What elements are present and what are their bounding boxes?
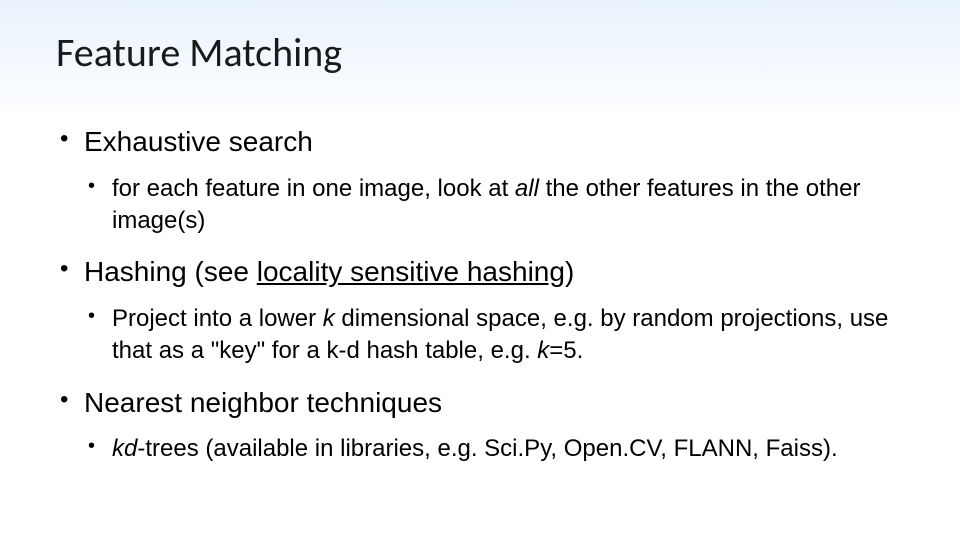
text: -trees (available in libraries, e.g. Sci… — [137, 435, 837, 462]
italic-text: kd — [112, 435, 137, 462]
bullet-label-post: ) — [565, 256, 574, 287]
text: for each feature in one image, look at — [112, 175, 515, 202]
bullet-label-pre: Hashing (see — [84, 256, 257, 287]
bullet-label: Exhaustive search — [84, 126, 313, 157]
sub-bullet: kd-trees (available in libraries, e.g. S… — [84, 433, 904, 465]
italic-text: all — [515, 175, 539, 202]
bullet-label: Nearest neighbor techniques — [84, 387, 442, 418]
sub-bullet: for each feature in one image, look at a… — [84, 173, 904, 238]
bullet-exhaustive: Exhaustive search for each feature in on… — [56, 125, 904, 237]
sub-list: kd-trees (available in libraries, e.g. S… — [84, 433, 904, 465]
link-lsh[interactable]: locality sensitive hashing — [257, 256, 565, 287]
sub-bullet: Project into a lower k dimensional space… — [84, 303, 904, 368]
sub-list: Project into a lower k dimensional space… — [84, 303, 904, 368]
italic-text: k — [537, 337, 549, 364]
bullet-list: Exhaustive search for each feature in on… — [56, 125, 904, 466]
italic-text: k — [323, 305, 335, 332]
bullet-hashing: Hashing (see locality sensitive hashing)… — [56, 255, 904, 367]
text: Project into a lower — [112, 305, 323, 332]
bullet-nearest-neighbor: Nearest neighbor techniques kd-trees (av… — [56, 386, 904, 466]
sub-list: for each feature in one image, look at a… — [84, 173, 904, 238]
slide-container: Feature Matching Exhaustive search for e… — [0, 0, 960, 466]
text: =5. — [549, 337, 583, 364]
slide-title: Feature Matching — [56, 28, 904, 77]
